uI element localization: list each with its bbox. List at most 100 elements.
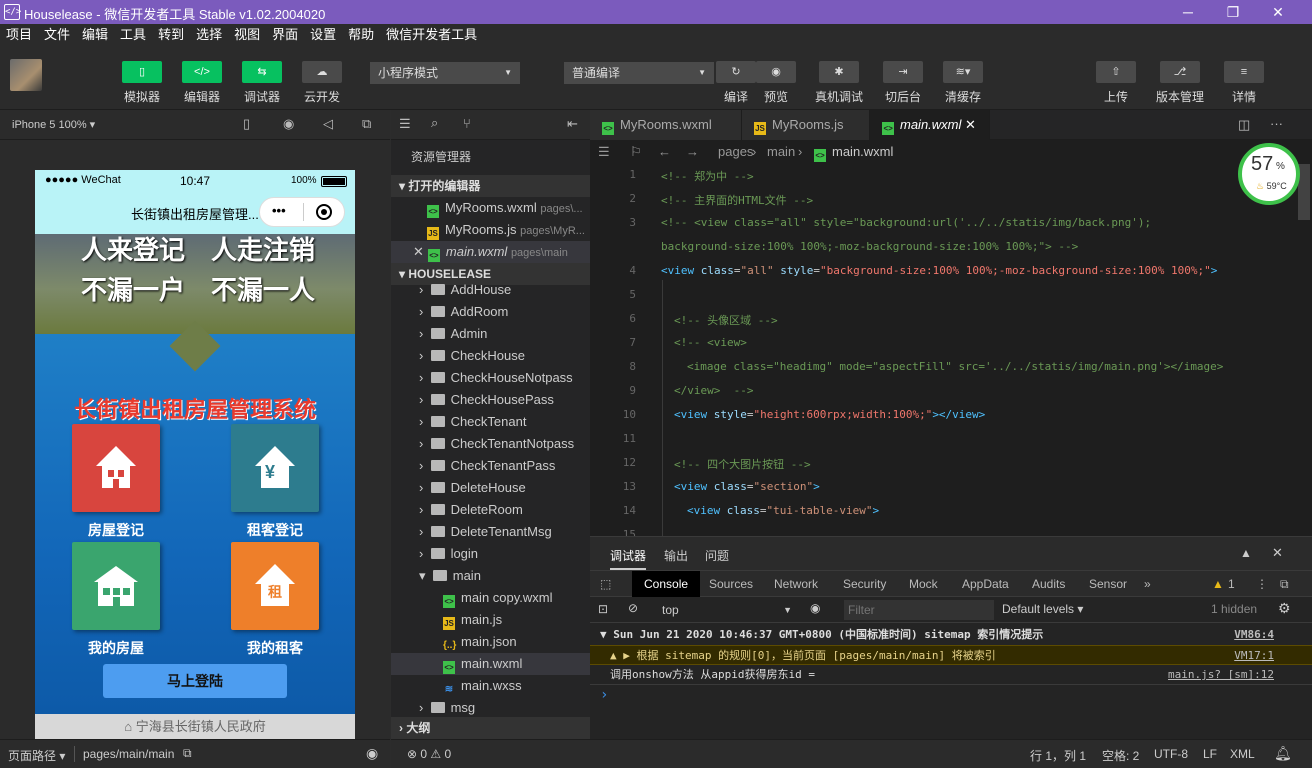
git-icon[interactable]: ⑂ bbox=[463, 116, 471, 131]
breadcrumb-item[interactable]: pages bbox=[718, 140, 753, 164]
menu-help[interactable]: 帮助 bbox=[342, 24, 380, 46]
debugger-toggle[interactable]: ⇆ 调试器 bbox=[238, 61, 286, 105]
eye-icon[interactable]: ◉ bbox=[810, 601, 820, 615]
user-avatar[interactable] bbox=[10, 59, 42, 91]
login-button[interactable]: 马上登陆 bbox=[103, 664, 287, 698]
folder-item[interactable]: › AddRoom bbox=[391, 301, 590, 323]
cloud-dev-button[interactable]: ☁ 云开发 bbox=[298, 61, 346, 105]
folder-item[interactable]: › DeleteHouse bbox=[391, 477, 590, 499]
detail-button[interactable]: ≡ 详情 bbox=[1220, 61, 1268, 105]
undock-icon[interactable]: ⧉ bbox=[1280, 571, 1289, 598]
sidebar-toggle-icon[interactable]: ⊡ bbox=[598, 602, 608, 616]
language-mode[interactable]: XML bbox=[1230, 747, 1255, 761]
minimize-button[interactable]: ─ bbox=[1168, 2, 1208, 22]
kebab-menu-icon[interactable]: ⋮ bbox=[1256, 571, 1268, 598]
mode-select[interactable]: 小程序模式 ▼ bbox=[370, 62, 520, 84]
menu-select[interactable]: 选择 bbox=[190, 24, 228, 46]
more-dots-icon[interactable]: ••• bbox=[272, 203, 286, 218]
open-editor-item[interactable]: ✕ <> main.wxml pages\main bbox=[391, 241, 590, 263]
menu-settings[interactable]: 设置 bbox=[304, 24, 342, 46]
close-icon[interactable]: ✕ bbox=[413, 244, 424, 259]
open-editor-item[interactable]: <> MyRooms.wxml pages\... bbox=[391, 197, 590, 219]
folder-item[interactable]: › CheckHouse bbox=[391, 345, 590, 367]
folder-item[interactable]: › CheckTenantNotpass bbox=[391, 433, 590, 455]
back-icon[interactable]: ← bbox=[658, 140, 671, 164]
tab-debugger[interactable]: 调试器 bbox=[610, 547, 647, 570]
folder-item[interactable]: › AddHouse bbox=[391, 279, 590, 301]
window-icon[interactable]: ⧉ bbox=[362, 116, 371, 132]
tab-security[interactable]: Security bbox=[843, 571, 886, 598]
breadcrumb-item[interactable]: <> main.wxml bbox=[814, 140, 893, 164]
indent-setting[interactable]: 空格: 2 bbox=[1102, 747, 1139, 764]
log-entry[interactable]: ▼ Sun Jun 21 2020 10:46:37 GMT+0800 (中国标… bbox=[590, 625, 1312, 645]
files-icon[interactable]: ☰ bbox=[399, 116, 411, 132]
version-button[interactable]: ⎇ 版本管理 bbox=[1156, 61, 1204, 105]
menu-file[interactable]: 文件 bbox=[38, 24, 76, 46]
tab-sensor[interactable]: Sensor bbox=[1089, 571, 1127, 598]
menu-project[interactable]: 项目 bbox=[0, 24, 38, 46]
menu-devtools[interactable]: 微信开发者工具 bbox=[380, 24, 483, 46]
log-warning[interactable]: ▲ ▶ 根据 sitemap 的规则[0]，当前页面 [pages/main/m… bbox=[590, 645, 1312, 665]
bell-icon[interactable]: 🔔︎ bbox=[1274, 745, 1292, 762]
bookmark-icon[interactable]: ⚐ bbox=[630, 140, 642, 164]
preview-button[interactable]: ◉ 预览 bbox=[752, 61, 800, 105]
open-editors-section[interactable]: ▾ 打开的编辑器 bbox=[391, 175, 590, 197]
collapse-panel-icon[interactable]: ⇤ bbox=[567, 116, 578, 132]
gear-icon[interactable]: ⚙ bbox=[1278, 600, 1291, 617]
tile-my-houses[interactable] bbox=[72, 542, 160, 630]
cursor-position[interactable]: 行 1，列 1 bbox=[1030, 747, 1086, 764]
search-icon[interactable]: ⌕ bbox=[431, 115, 438, 131]
copy-icon[interactable]: ⧉ bbox=[183, 746, 192, 761]
menu-view[interactable]: 视图 bbox=[228, 24, 266, 46]
open-editor-item[interactable]: JS MyRooms.js pages\MyR... bbox=[391, 219, 590, 241]
levels-select[interactable]: Default levels ▾ bbox=[1002, 602, 1083, 616]
list-icon[interactable]: ☰ bbox=[598, 140, 610, 164]
clear-cache-button[interactable]: ≋▾ 清缓存 bbox=[939, 61, 987, 105]
simulator-toggle[interactable]: ▯ 模拟器 bbox=[118, 61, 166, 105]
more-icon[interactable]: ··· bbox=[1270, 116, 1283, 131]
log-entry[interactable]: 调用onshow方法 从appid获得房东id = main.js? [sm]:1… bbox=[590, 665, 1312, 685]
tile-my-tenants[interactable]: 租 bbox=[231, 542, 319, 630]
menu-edit[interactable]: 编辑 bbox=[76, 24, 114, 46]
tile-tenant-register[interactable]: ¥ bbox=[231, 424, 319, 512]
folder-item[interactable]: › CheckTenantPass bbox=[391, 455, 590, 477]
context-select[interactable]: top ▼ bbox=[652, 600, 792, 620]
tab-console[interactable]: Console bbox=[632, 571, 701, 598]
filter-input[interactable] bbox=[844, 600, 994, 620]
eye-icon[interactable]: ◉ bbox=[366, 745, 378, 762]
tab-sources[interactable]: Sources bbox=[709, 571, 753, 598]
file-item-selected[interactable]: <> main.wxml bbox=[391, 653, 590, 675]
inspect-icon[interactable]: ⬚ bbox=[600, 571, 611, 598]
upload-button[interactable]: ⇧ 上传 bbox=[1092, 61, 1140, 105]
close-panel-icon[interactable]: ✕ bbox=[1272, 545, 1283, 561]
menu-interface[interactable]: 界面 bbox=[266, 24, 304, 46]
tab-output[interactable]: 输出 bbox=[664, 547, 688, 564]
folder-main[interactable]: ▾ main bbox=[391, 565, 590, 587]
folder-msg[interactable]: › msg bbox=[391, 697, 590, 719]
tile-house-register[interactable] bbox=[72, 424, 160, 512]
code-editor[interactable]: 1 2 3 4 5 6 7 8 9 10 11 12 13 14 15 <!--… bbox=[590, 164, 1312, 536]
tab-myrooms-wxml[interactable]: <> MyRooms.wxml bbox=[590, 110, 742, 140]
device-select[interactable]: iPhone 5 100% ▾ bbox=[12, 118, 95, 131]
folder-item[interactable]: › Admin bbox=[391, 323, 590, 345]
folder-item[interactable]: › CheckHouseNotpass bbox=[391, 367, 590, 389]
file-item[interactable]: <> main copy.wxml bbox=[391, 587, 590, 609]
performance-gauge[interactable]: 57 % ♨ 59°C bbox=[1238, 143, 1300, 205]
file-item[interactable]: JS main.js bbox=[391, 609, 590, 631]
tab-problems[interactable]: 问题 bbox=[705, 547, 729, 564]
tab-audits[interactable]: Audits bbox=[1032, 571, 1065, 598]
chevron-up-icon[interactable]: ▲ bbox=[1240, 546, 1252, 560]
more-tabs-icon[interactable]: » bbox=[1144, 571, 1151, 598]
folder-item[interactable]: › CheckHousePass bbox=[391, 389, 590, 411]
record-icon[interactable]: ◉ bbox=[283, 116, 294, 132]
menu-tools[interactable]: 工具 bbox=[114, 24, 152, 46]
tab-main-wxml[interactable]: <> main.wxml ✕ bbox=[870, 110, 990, 140]
clear-console-icon[interactable]: ⊘ bbox=[628, 601, 638, 615]
close-window-button[interactable]: ✕ bbox=[1258, 2, 1298, 22]
outline-section[interactable]: › 大纲 bbox=[391, 717, 590, 739]
folder-item[interactable]: › login bbox=[391, 543, 590, 565]
split-editor-icon[interactable]: ◫ bbox=[1238, 117, 1250, 133]
folder-item[interactable]: › CheckTenant bbox=[391, 411, 590, 433]
tab-mock[interactable]: Mock bbox=[909, 571, 938, 598]
problems-count[interactable]: ⊗ 0 ⚠ 0 bbox=[407, 747, 451, 761]
